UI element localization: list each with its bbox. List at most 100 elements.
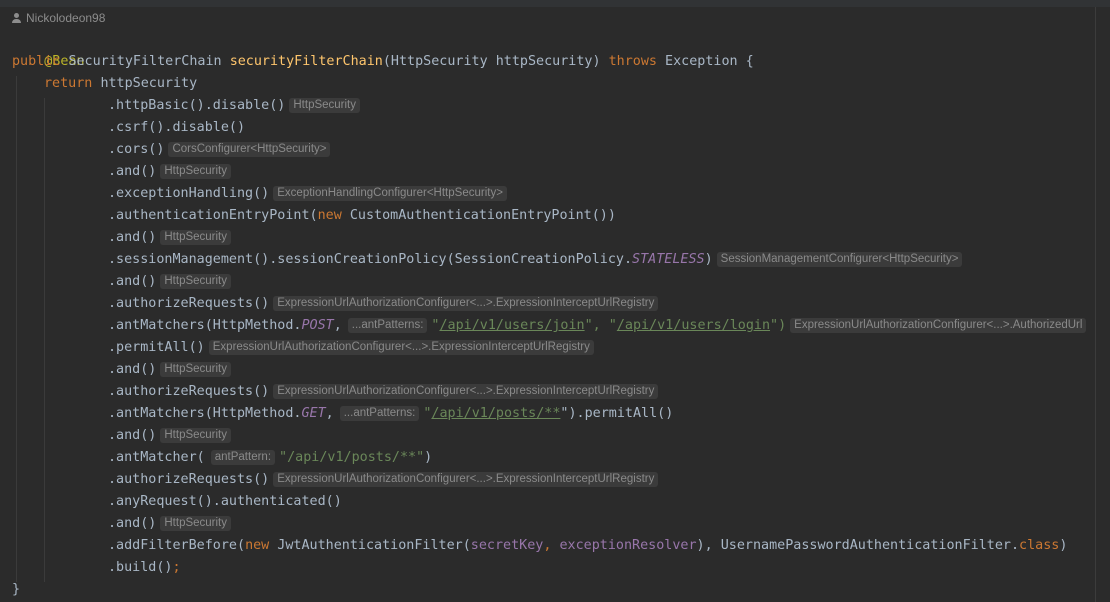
code-author-hint[interactable]: Nickolodeon98 xyxy=(12,7,105,29)
code-line: .authorizeRequests() ExpressionUrlAuthori… xyxy=(108,381,659,403)
code-line: public SecurityFilterChain securityFilte… xyxy=(12,51,754,73)
string-quote: ") xyxy=(770,318,787,333)
chain-code: .httpBasic().disable() xyxy=(108,98,286,113)
enum-constant: GET xyxy=(301,406,326,421)
type-hint: ExpressionUrlAuthorizationConfigurer<...… xyxy=(273,472,659,487)
chain-code: .and() xyxy=(108,516,157,531)
type-hint: HttpSecurity xyxy=(160,230,232,245)
code-line: .addFilterBefore(new JwtAuthenticationFi… xyxy=(108,535,1067,557)
type-hint: ExpressionUrlAuthorizationConfigurer<...… xyxy=(208,340,594,355)
chain-code: .authorizeRequests() xyxy=(108,384,270,399)
editor-top-strip xyxy=(0,0,1110,7)
chain-code: ), UsernamePasswordAuthenticationFilter. xyxy=(696,538,1020,553)
chain-code: .sessionManagement().sessionCreationPoli… xyxy=(108,252,633,267)
chain-code: .permitAll() xyxy=(108,340,205,355)
code-line: @Bean xyxy=(12,29,84,69)
chain-code: .anyRequest().authenticated() xyxy=(108,494,342,509)
method-params: (HttpSecurity httpSecurity) xyxy=(382,54,601,69)
throws-keyword: throws xyxy=(608,54,657,69)
return-target: httpSecurity xyxy=(100,76,198,91)
type-hint: HttpSecurity xyxy=(160,516,232,531)
url-link[interactable]: /api/v1/posts/** xyxy=(431,406,560,421)
right-margin-guide xyxy=(1095,7,1096,602)
field-reference: secretKey xyxy=(470,538,544,553)
type-hint: HttpSecurity xyxy=(160,274,232,289)
chain-code: .antMatchers(HttpMethod. xyxy=(108,318,302,333)
code-editor[interactable]: Nickolodeon98 @Bean public SecurityFilte… xyxy=(0,0,1110,602)
chain-code: JwtAuthenticationFilter( xyxy=(269,538,471,553)
semicolon: ; xyxy=(172,560,181,575)
code-line: .and() HttpSecurity xyxy=(108,227,232,249)
code-line: .cors() CorsConfigurer<HttpSecurity> xyxy=(108,139,331,161)
chain-code: .csrf().disable() xyxy=(108,120,246,135)
type-hint: HttpSecurity xyxy=(160,164,232,179)
code-line: .build(); xyxy=(108,557,181,579)
chain-code: .and() xyxy=(108,164,157,179)
chain-code: .addFilterBefore( xyxy=(108,538,246,553)
type-hint: ExpressionUrlAuthorizationConfigurer<...… xyxy=(790,318,1087,333)
chain-code: .cors() xyxy=(108,142,165,157)
code-line: .antMatchers(HttpMethod.GET, ...antPatter… xyxy=(108,403,673,425)
chain-code: .authorizeRequests() xyxy=(108,296,270,311)
chain-code: , xyxy=(325,406,334,421)
type-hint: SessionManagementConfigurer<HttpSecurity… xyxy=(716,252,963,267)
indent-guide xyxy=(16,76,17,582)
type-hint: HttpSecurity xyxy=(160,428,232,443)
chain-code: .authorizeRequests() xyxy=(108,472,270,487)
chain-code: .authenticationEntryPoint( xyxy=(108,208,318,223)
separator: , xyxy=(543,538,560,553)
chain-code: .and() xyxy=(108,428,157,443)
url-link[interactable]: /api/v1/users/login xyxy=(617,318,770,333)
return-type: SecurityFilterChain xyxy=(68,54,222,69)
parameter-hint: ...antPatterns: xyxy=(347,318,428,333)
chain-code: .and() xyxy=(108,230,157,245)
code-line: .authorizeRequests() ExpressionUrlAuthori… xyxy=(108,469,659,491)
code-line: .anyRequest().authenticated() xyxy=(108,491,342,513)
chain-code: .and() xyxy=(108,362,157,377)
code-line: .and() HttpSecurity xyxy=(108,425,232,447)
chain-code: ) xyxy=(1059,538,1068,553)
user-icon xyxy=(12,13,21,23)
chain-code: .build() xyxy=(108,560,173,575)
code-line: .antMatcher( antPattern: "/api/v1/posts/**… xyxy=(108,447,432,469)
chain-code: .and() xyxy=(108,274,157,289)
indent-guide xyxy=(44,98,45,582)
chain-code: ) xyxy=(704,252,713,267)
chain-code: .exceptionHandling() xyxy=(108,186,270,201)
modifier-keyword: public xyxy=(12,54,61,69)
string-literal: "/api/v1/posts/**" xyxy=(279,450,425,465)
exception-type: Exception { xyxy=(665,54,754,69)
parameter-hint: antPattern: xyxy=(210,450,276,465)
code-line: } xyxy=(12,579,20,601)
class-keyword: class xyxy=(1019,538,1060,553)
type-hint: ExpressionUrlAuthorizationConfigurer<...… xyxy=(273,384,659,399)
code-line: .permitAll() ExpressionUrlAuthorizationCo… xyxy=(108,337,594,359)
chain-code: .antMatcher( xyxy=(108,450,205,465)
author-name: Nickolodeon98 xyxy=(26,11,106,25)
enum-constant: STATELESS xyxy=(632,252,705,267)
code-line: .and() HttpSecurity xyxy=(108,161,232,183)
url-link[interactable]: /api/v1/users/join xyxy=(439,318,584,333)
code-line: .and() HttpSecurity xyxy=(108,513,232,535)
type-hint: HttpSecurity xyxy=(289,98,361,113)
parameter-hint: ...antPatterns: xyxy=(339,406,420,421)
method-name: securityFilterChain xyxy=(229,54,383,69)
type-hint: ExpressionUrlAuthorizationConfigurer<...… xyxy=(273,296,659,311)
closing-brace: } xyxy=(12,582,21,597)
chain-code: ").permitAll() xyxy=(560,406,674,421)
code-line: .authorizeRequests() ExpressionUrlAuthori… xyxy=(108,293,659,315)
type-hint: CorsConfigurer<HttpSecurity> xyxy=(168,142,331,157)
code-line: .authenticationEntryPoint(new CustomAuth… xyxy=(108,205,616,227)
chain-code: CustomAuthenticationEntryPoint()) xyxy=(341,208,616,223)
new-keyword: new xyxy=(317,208,342,223)
enum-constant: POST xyxy=(301,318,334,333)
type-hint: HttpSecurity xyxy=(160,362,232,377)
chain-code: .antMatchers(HttpMethod. xyxy=(108,406,302,421)
code-line: return httpSecurity xyxy=(44,73,197,95)
chain-code: , xyxy=(333,318,342,333)
new-keyword: new xyxy=(245,538,270,553)
code-line: .and() HttpSecurity xyxy=(108,271,232,293)
code-line: .sessionManagement().sessionCreationPoli… xyxy=(108,249,963,271)
type-hint: ExceptionHandlingConfigurer<HttpSecurity… xyxy=(273,186,507,201)
return-keyword: return xyxy=(44,76,93,91)
